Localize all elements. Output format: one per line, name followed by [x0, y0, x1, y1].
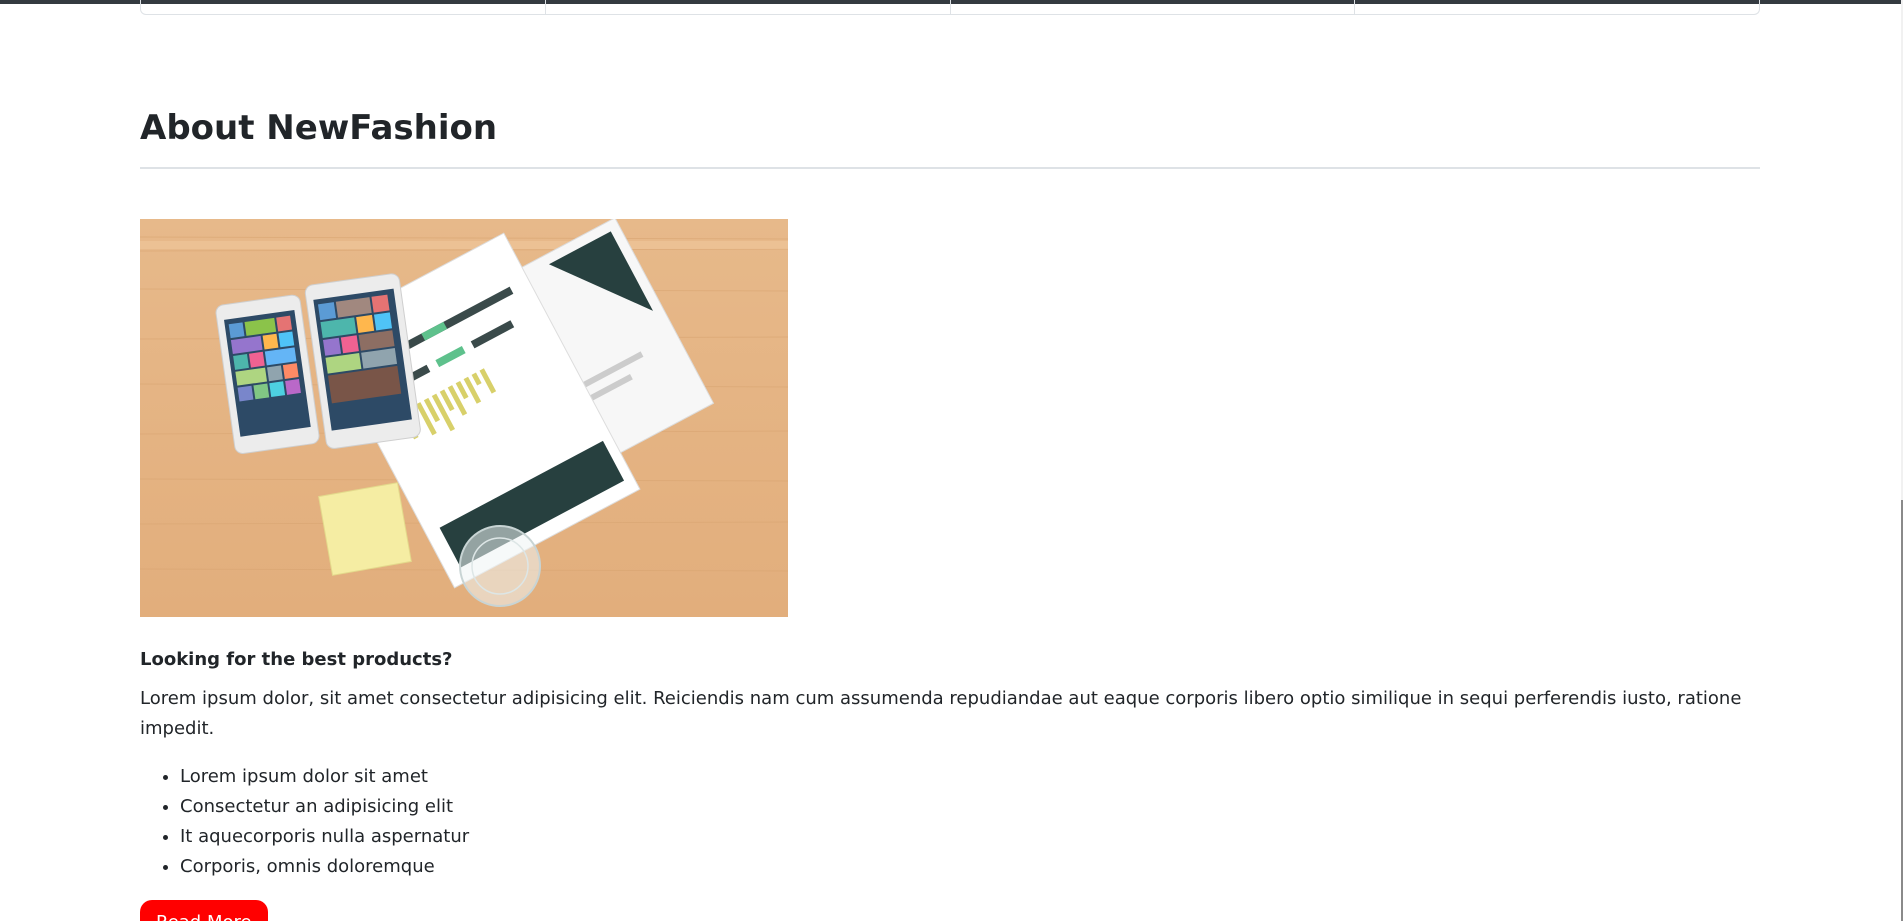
previous-section-card-row: [140, 0, 1760, 15]
list-item: Lorem ipsum dolor sit amet: [180, 762, 469, 792]
feature-list: Lorem ipsum dolor sit amet Consectetur a…: [140, 762, 469, 882]
card-cell: [951, 0, 1356, 14]
about-image: [140, 219, 788, 617]
title-divider: [140, 167, 1760, 169]
page: About NewFashion Looking for the best pr…: [0, 0, 1903, 921]
about-description: Lorem ipsum dolor, sit amet consectetur …: [140, 688, 1742, 739]
lead-heading: Looking for the best products?: [140, 649, 453, 670]
section-title: About NewFashion: [140, 108, 498, 148]
read-more-button[interactable]: Read More: [140, 900, 268, 921]
card-cell: [546, 0, 951, 14]
list-item: Corporis, omnis doloremque: [180, 852, 469, 882]
card-cell: [141, 0, 546, 14]
list-item: Consectetur an adipisicing elit: [180, 792, 469, 822]
card-cell: [1355, 0, 1759, 14]
list-item: It aquecorporis nulla aspernatur: [180, 822, 469, 852]
